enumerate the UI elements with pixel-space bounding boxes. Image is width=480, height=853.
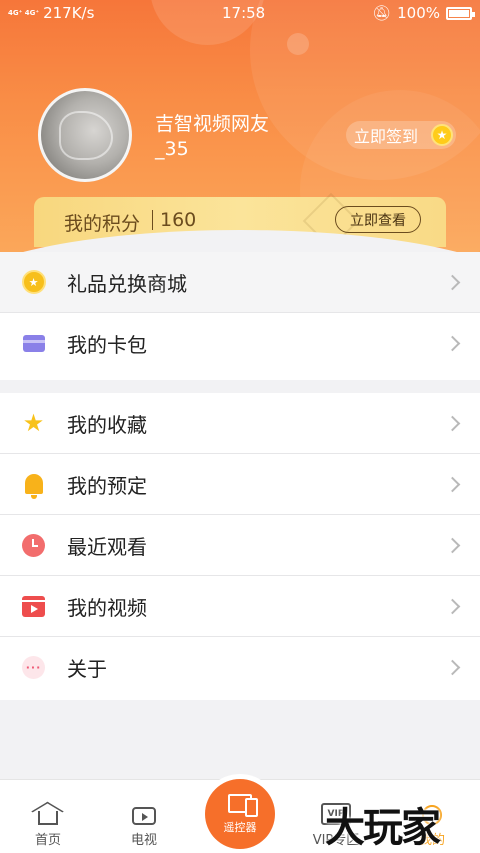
- divider: [152, 210, 153, 230]
- tv-icon: [132, 807, 156, 825]
- chevron-right-icon: [444, 476, 461, 492]
- home-icon: [38, 811, 58, 825]
- battery-icon: [446, 6, 475, 20]
- menu-item-label: 我的预定: [67, 473, 147, 498]
- status-time: 17:58: [222, 4, 266, 22]
- signin-button[interactable]: 立即签到 ★: [346, 121, 456, 149]
- menu-item-about[interactable]: ··· 关于: [0, 637, 480, 697]
- chevron-right-icon: [444, 598, 461, 614]
- clock-icon: [22, 533, 45, 557]
- signal-icon: 4G⁺ 4G⁺: [8, 9, 40, 17]
- video-icon: [22, 595, 45, 617]
- tab-tv[interactable]: 电视: [96, 780, 192, 853]
- chevron-right-icon: [444, 335, 461, 351]
- menu-item-label: 关于: [67, 656, 107, 681]
- points-value: 160: [160, 209, 197, 231]
- more-dots-icon: ···: [22, 655, 45, 679]
- menu-item-gift-shop[interactable]: ★ 礼品兑换商城: [0, 252, 480, 312]
- coin-icon: ★: [431, 124, 453, 146]
- chevron-right-icon: [444, 537, 461, 553]
- watermark: 大玩家: [325, 804, 441, 851]
- menu-item-label: 我的卡包: [67, 332, 147, 357]
- tab-label: 遥控器: [223, 820, 257, 834]
- menu-item-recent[interactable]: 最近观看: [0, 515, 480, 575]
- tab-home[interactable]: 首页: [0, 780, 96, 853]
- avatar[interactable]: [38, 88, 132, 182]
- menu-group-personal: ★ 我的收藏 我的预定 最近观看 我的视频 ··· 关于: [0, 393, 480, 700]
- status-bar: 4G⁺ 4G⁺ 217K/s 17:58 🔕︎ 100%: [0, 0, 480, 26]
- menu-item-label: 我的收藏: [67, 412, 147, 437]
- menu-item-favorites[interactable]: ★ 我的收藏: [0, 393, 480, 453]
- profile-header: 4G⁺ 4G⁺ 217K/s 17:58 🔕︎ 100% 吉智视频网友_35 立…: [0, 0, 480, 252]
- battery-percent: 100%: [397, 4, 440, 22]
- gift-coin-icon: ★: [21, 270, 46, 294]
- chevron-right-icon: [444, 415, 461, 431]
- menu-item-label: 最近观看: [67, 534, 147, 559]
- menu-item-card-wallet[interactable]: 我的卡包: [0, 313, 480, 373]
- network-speed: 217K/s: [43, 4, 95, 22]
- menu-item-label: 礼品兑换商城: [67, 271, 187, 296]
- menu-item-my-videos[interactable]: 我的视频: [0, 576, 480, 636]
- menu-group-shop: ★ 礼品兑换商城 我的卡包: [0, 252, 480, 380]
- view-points-button[interactable]: 立即查看: [335, 206, 421, 233]
- signin-label: 立即签到: [354, 127, 419, 146]
- points-label: 我的积分: [64, 213, 141, 235]
- tab-label: 电视: [130, 833, 157, 848]
- menu-item-label: 我的视频: [67, 595, 147, 620]
- menu-item-reservations[interactable]: 我的预定: [0, 454, 480, 514]
- chevron-right-icon: [444, 659, 461, 675]
- tab-remote[interactable]: 遥控器: [205, 779, 275, 849]
- card-wallet-icon: [22, 334, 45, 352]
- remote-icon: [228, 793, 258, 817]
- star-icon: ★: [22, 409, 45, 437]
- chevron-right-icon: [444, 274, 461, 290]
- bell-icon: [24, 474, 43, 499]
- tab-label: 首页: [34, 833, 61, 848]
- username: 吉智视频网友_35: [155, 113, 270, 160]
- mute-bell-icon: 🔕︎: [372, 4, 392, 22]
- decor-bubble: [287, 33, 309, 55]
